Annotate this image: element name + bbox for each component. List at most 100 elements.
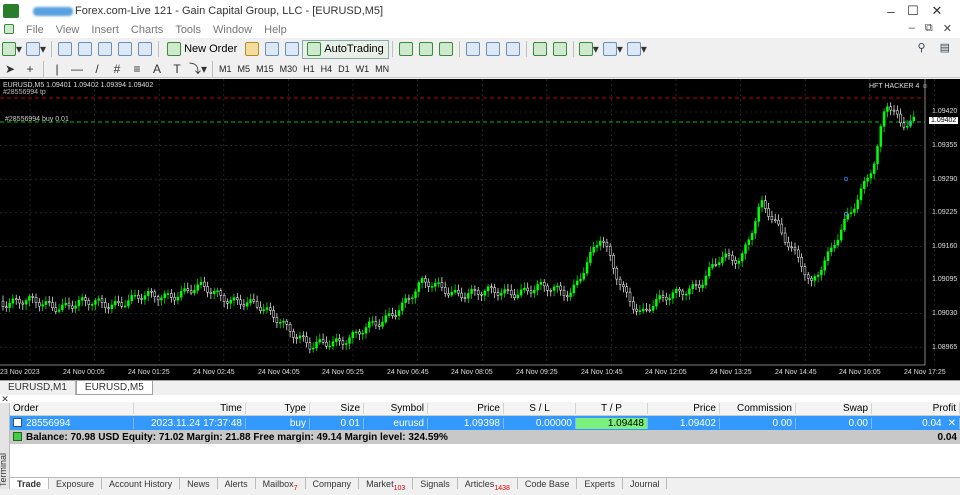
candle-body [348, 337, 351, 344]
terminal-button[interactable] [115, 39, 135, 59]
chart-canvas[interactable] [0, 79, 960, 380]
menu-tools[interactable]: Tools [169, 24, 207, 36]
menu-insert[interactable]: Insert [85, 24, 125, 36]
bar-chart-button[interactable] [396, 39, 416, 59]
candlesticks-button[interactable] [416, 39, 436, 59]
col-time[interactable]: Time [134, 403, 246, 414]
candle-body [183, 288, 186, 292]
chart-tab-eurusd-m5[interactable]: EURUSD,M5 [75, 381, 153, 395]
candle-body [575, 280, 579, 286]
col-tp[interactable]: T / P [576, 403, 648, 414]
terminal-tab-code-base[interactable]: Code Base [518, 478, 578, 489]
col-size[interactable]: Size [310, 403, 364, 414]
timeframe-m15[interactable]: M15 [253, 64, 277, 74]
mdi-restore-button[interactable]: ⧉ [925, 22, 933, 35]
terminal-tab-trade[interactable]: Trade [10, 478, 50, 489]
col-price[interactable]: Price [428, 403, 504, 414]
terminal-tab-account-history[interactable]: Account History [102, 478, 181, 489]
terminal-tab-articles[interactable]: Articles1438 [458, 478, 518, 492]
close-order-icon[interactable]: ✕ [948, 418, 956, 429]
data-window-button[interactable] [75, 39, 95, 59]
terminal-tab-company[interactable]: Company [306, 478, 360, 489]
candle-body [74, 305, 77, 309]
indicators-button[interactable]: ▾ [577, 39, 601, 59]
menu-help[interactable]: Help [258, 24, 293, 36]
terminal-tab-exposure[interactable]: Exposure [49, 478, 103, 489]
time-axis-8: 24 Nov 09:25 [516, 369, 558, 376]
new-order-button[interactable]: New Order [162, 40, 242, 59]
timeframe-h4[interactable]: H4 [318, 64, 336, 74]
terminal-tab-experts[interactable]: Experts [577, 478, 623, 489]
timeframe-w1[interactable]: W1 [353, 64, 373, 74]
horizontal-line-tool[interactable]: — [67, 59, 87, 79]
auto-scroll-button[interactable] [530, 39, 550, 59]
timeframe-d1[interactable]: D1 [335, 64, 353, 74]
tile-windows-button[interactable] [503, 39, 523, 59]
col-commission[interactable]: Commission [720, 403, 796, 414]
new-chart-button[interactable]: ▾ [0, 39, 24, 59]
candle-body [473, 289, 477, 291]
strategy-tester-button[interactable] [135, 39, 155, 59]
metaeditor-button[interactable] [242, 39, 262, 59]
terminal-tab-news[interactable]: News [180, 478, 218, 489]
line-chart-button[interactable] [436, 39, 456, 59]
menu-charts[interactable]: Charts [125, 24, 169, 36]
timeframe-m5[interactable]: M5 [235, 64, 254, 74]
trade-tp[interactable]: 1.09448 [576, 417, 648, 429]
col-profit[interactable]: Profit [872, 403, 960, 414]
mdi-close-button[interactable]: ✕ [943, 22, 952, 35]
terminal-tab-mailbox[interactable]: Mailbox7 [256, 478, 306, 492]
chart-shift-button[interactable] [550, 39, 570, 59]
candle-body [166, 293, 170, 295]
col-sl[interactable]: S / L [504, 403, 576, 414]
text-tool[interactable]: A [147, 59, 167, 79]
close-button[interactable]: ✕ [914, 0, 960, 22]
mdi-minimize-button[interactable]: – [909, 22, 915, 35]
candle-body [889, 106, 892, 111]
terminal-tab-market[interactable]: Market103 [359, 478, 414, 492]
trade-row[interactable]: 28556994 2023.11.24 17:37:48 buy 0.01 eu… [10, 416, 960, 430]
timeframe-h1[interactable]: H1 [300, 64, 318, 74]
cursor-tool[interactable]: ➤ [0, 59, 20, 79]
col-order[interactable]: Order [10, 403, 134, 414]
market-watch-button[interactable] [55, 39, 75, 59]
terminal-tab-journal[interactable]: Journal [623, 478, 668, 489]
candle-body [450, 292, 454, 296]
search-icon[interactable]: ⚲ [918, 41, 926, 54]
menu-window[interactable]: Window [207, 24, 258, 36]
menu-view[interactable]: View [50, 24, 86, 36]
col-swap[interactable]: Swap [796, 403, 872, 414]
col-current-price[interactable]: Price [648, 403, 720, 414]
signals-button[interactable] [282, 39, 302, 59]
chart-tab-eurusd-m1[interactable]: EURUSD,M1 [0, 381, 76, 395]
candle-body [335, 338, 338, 342]
profiles-button[interactable]: ▾ [24, 39, 48, 59]
templates-button[interactable]: ▾ [625, 39, 649, 59]
trendline-tool[interactable]: / [87, 59, 107, 79]
terminal-tab-alerts[interactable]: Alerts [218, 478, 256, 489]
channel-tool[interactable]: # [107, 59, 127, 79]
menu-file[interactable]: File [20, 24, 50, 36]
crosshair-tool[interactable]: + [20, 59, 40, 79]
autotrading-button[interactable]: AutoTrading [302, 39, 389, 59]
candle-body [143, 295, 147, 300]
timeframe-m30[interactable]: M30 [277, 64, 301, 74]
fibonacci-tool[interactable]: ≡ [127, 59, 147, 79]
text-label-tool[interactable]: T [167, 59, 187, 79]
vertical-line-tool[interactable]: | [47, 59, 67, 79]
col-type[interactable]: Type [246, 403, 310, 414]
trade-sl[interactable]: 0.00000 [504, 417, 576, 429]
zoom-in-button[interactable] [463, 39, 483, 59]
terminal-tab-signals[interactable]: Signals [413, 478, 458, 489]
navigator-button[interactable] [95, 39, 115, 59]
price-chart[interactable]: EURUSD,M5 1.09401 1.09402 1.09394 1.0940… [0, 79, 960, 380]
col-symbol[interactable]: Symbol [364, 403, 428, 414]
timeframe-m1[interactable]: M1 [216, 64, 235, 74]
periods-button[interactable]: ▾ [601, 39, 625, 59]
account-button[interactable] [262, 39, 282, 59]
candle-body [661, 295, 665, 298]
timeframe-mn[interactable]: MN [372, 64, 392, 74]
chat-icon[interactable]: ▤ [940, 41, 950, 54]
zoom-out-button[interactable] [483, 39, 503, 59]
arrows-tool[interactable]: ⤵▾ [187, 59, 209, 79]
